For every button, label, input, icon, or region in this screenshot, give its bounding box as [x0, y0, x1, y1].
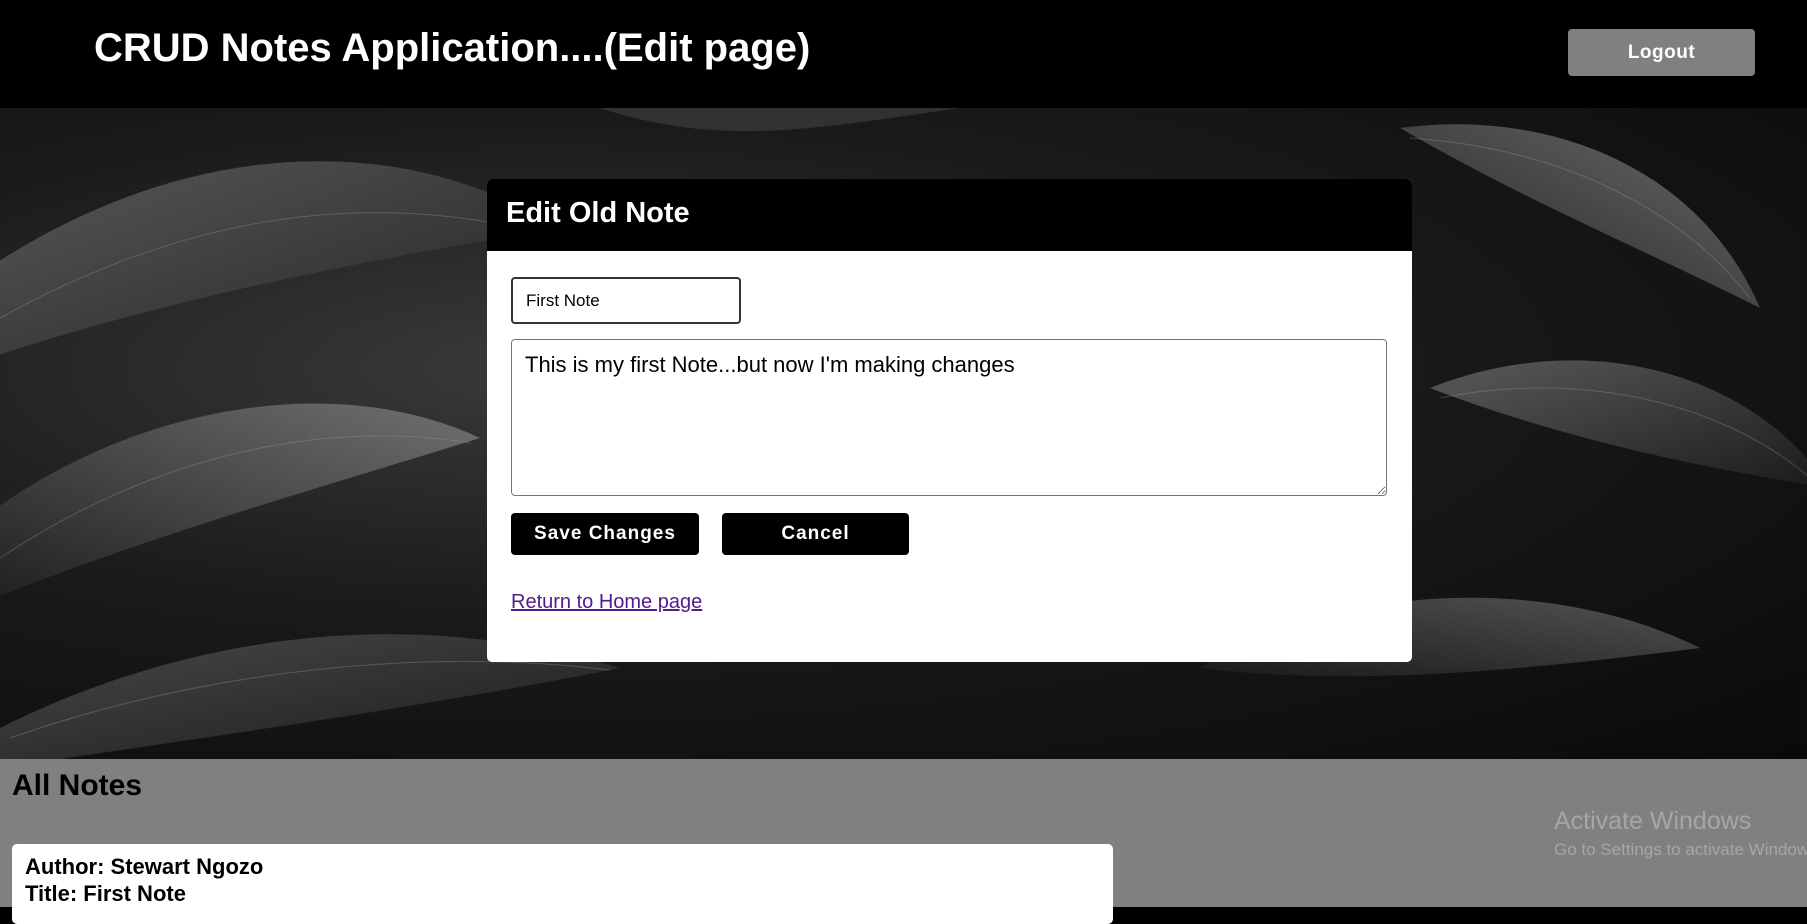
- note-card: Author: Stewart Ngozo Title: First Note: [12, 844, 1113, 924]
- note-title: Title: First Note: [25, 881, 186, 906]
- cancel-button[interactable]: Cancel: [722, 513, 909, 555]
- edit-card-title: Edit Old Note: [506, 197, 690, 229]
- watermark-title: Activate Windows: [1554, 807, 1752, 835]
- all-notes-section: All Notes Author: Stewart Ngozo Title: F…: [0, 759, 1807, 924]
- watermark-subtitle: Go to Settings to activate Windows.: [1554, 840, 1807, 859]
- app-header: CRUD Notes Application....(Edit page) Lo…: [0, 0, 1807, 108]
- return-home-link[interactable]: Return to Home page: [511, 591, 702, 614]
- note-title-input[interactable]: [511, 277, 741, 324]
- all-notes-heading: All Notes: [12, 769, 143, 802]
- note-author: Author: Stewart Ngozo: [25, 854, 264, 879]
- activate-windows-watermark: Activate Windows Go to Settings to activ…: [1554, 807, 1807, 860]
- logout-button[interactable]: Logout: [1568, 29, 1755, 76]
- app-title: CRUD Notes Application....(Edit page): [94, 26, 811, 70]
- edit-card-header: Edit Old Note: [487, 179, 1412, 251]
- save-changes-button[interactable]: Save Changes: [511, 513, 699, 555]
- note-body-textarea[interactable]: This is my first Note...but now I'm maki…: [511, 339, 1387, 496]
- edit-note-card: Edit Old Note This is my first Note...bu…: [487, 179, 1412, 662]
